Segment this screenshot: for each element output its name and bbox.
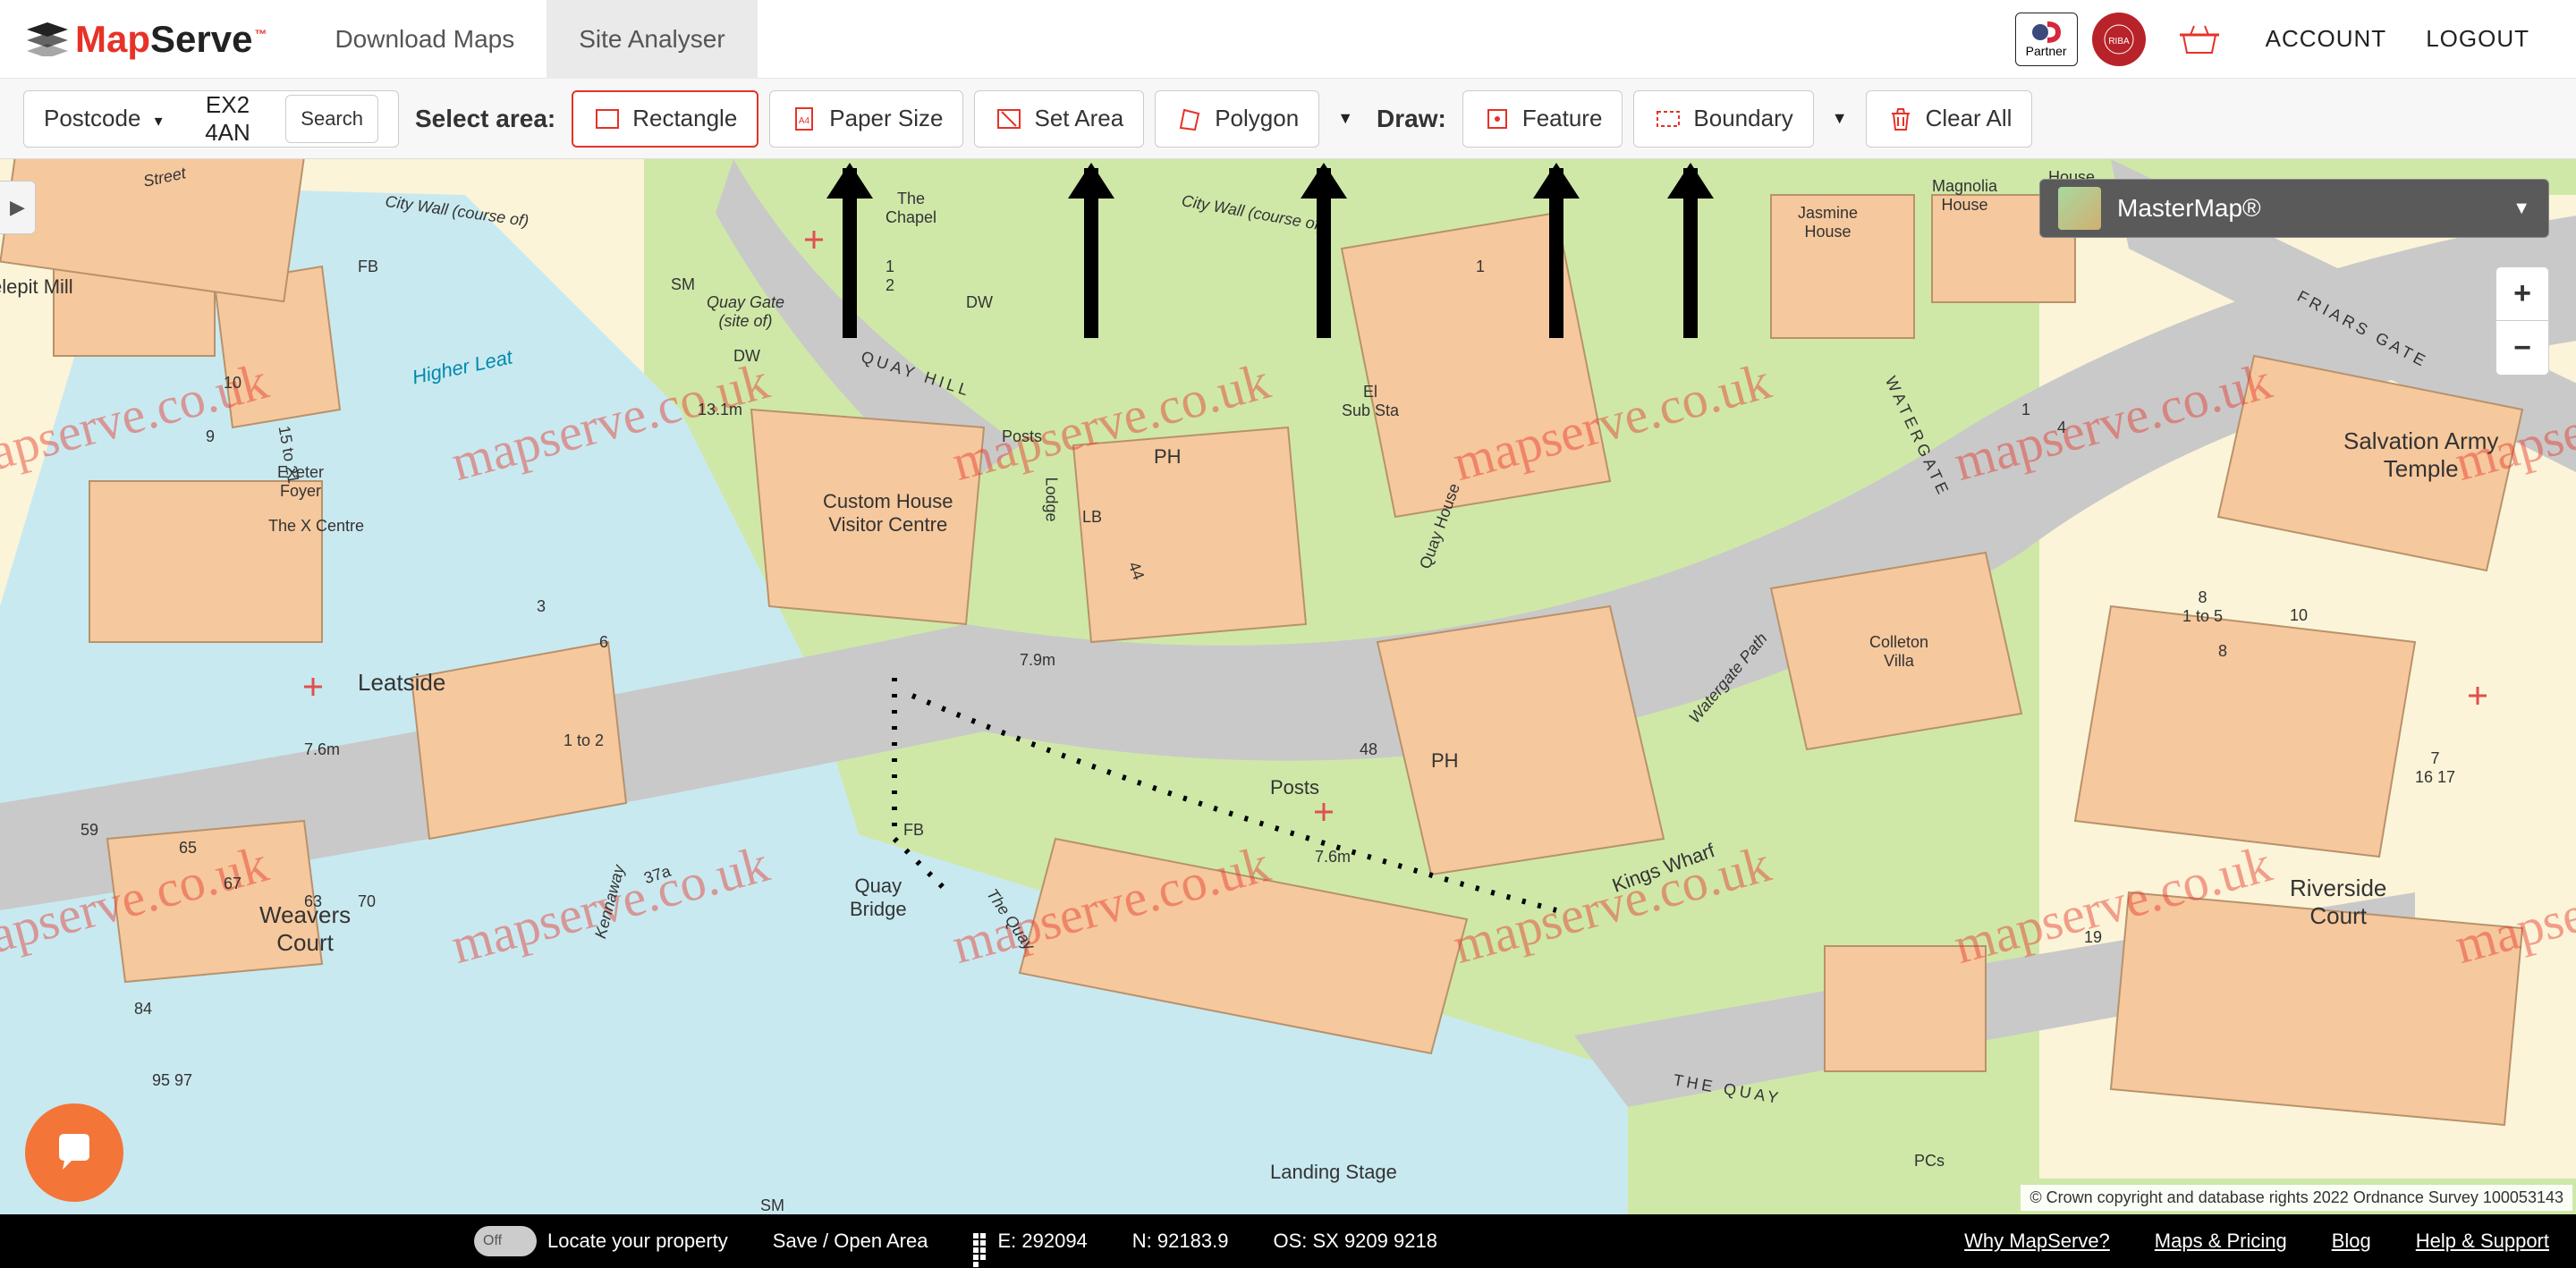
rectangle-icon (593, 105, 622, 133)
draw-more-caret[interactable]: ▼ (1825, 109, 1855, 128)
select-area-more-caret[interactable]: ▼ (1330, 109, 1360, 128)
locate-label: Locate your property (547, 1230, 728, 1253)
statusbar: Off Locate your property Save / Open Are… (0, 1214, 2576, 1268)
riba-badge[interactable]: RIBA (2092, 13, 2146, 66)
os-ref: OS: SX 9209 9218 (1273, 1230, 1437, 1253)
tab-site-analyser[interactable]: Site Analyser (547, 0, 757, 79)
chat-icon (52, 1130, 97, 1175)
logo[interactable]: MapServe™ (27, 18, 267, 61)
logo-text-map: MapServe (75, 18, 252, 60)
logout-link[interactable]: LOGOUT (2426, 25, 2529, 53)
map-tiles (0, 159, 2576, 1214)
set-area-button[interactable]: Set Area (974, 90, 1144, 148)
trash-icon (1886, 105, 1915, 133)
easting: E: 292094 (972, 1230, 1087, 1253)
map-copyright: © Crown copyright and database rights 20… (2021, 1185, 2572, 1211)
caret-down-icon: ▼ (2512, 199, 2530, 219)
draw-label: Draw: (1377, 105, 1446, 133)
caret-down-icon: ▾ (148, 112, 170, 130)
link-help-support[interactable]: Help & Support (2416, 1230, 2549, 1253)
feature-icon (1483, 105, 1512, 133)
link-why-mapserve[interactable]: Why MapServe? (1964, 1230, 2110, 1253)
zoom-in-button[interactable]: + (2496, 267, 2548, 321)
polygon-icon (1175, 105, 1204, 133)
link-blog[interactable]: Blog (2332, 1230, 2371, 1253)
link-maps-pricing[interactable]: Maps & Pricing (2155, 1230, 2287, 1253)
nav-tabs: Download Maps Site Analyser (302, 0, 757, 79)
annotation-arrow (1315, 168, 1333, 347)
annotation-arrow (1082, 168, 1100, 347)
chat-button[interactable] (25, 1103, 123, 1202)
feature-button[interactable]: Feature (1462, 90, 1623, 148)
svg-text:A4: A4 (799, 116, 810, 126)
postcode-value[interactable]: EX2 4AN (181, 91, 275, 147)
layer-selected-label: MasterMap® (2117, 194, 2261, 223)
rectangle-button[interactable]: Rectangle (572, 90, 758, 148)
select-area-label: Select area: (415, 105, 555, 133)
riba-icon: RIBA (2104, 24, 2134, 55)
annotation-arrow (841, 168, 859, 347)
account-link[interactable]: ACCOUNT (2266, 25, 2387, 53)
side-panel-toggle[interactable]: ▶ (0, 181, 36, 234)
svg-text:RIBA: RIBA (2108, 37, 2130, 46)
boundary-button[interactable]: Boundary (1633, 90, 1813, 148)
layer-dropdown[interactable]: MasterMap® ▼ (2039, 179, 2549, 238)
topbar: MapServe™ Download Maps Site Analyser Pa… (0, 0, 2576, 79)
zoom-out-button[interactable]: − (2496, 321, 2548, 375)
set-area-icon (995, 105, 1023, 133)
locate-toggle[interactable]: Off Locate your property (474, 1226, 728, 1256)
map-viewport[interactable]: mapserve.co.uk mapserve.co.uk mapserve.c… (0, 159, 2576, 1214)
map-canvas[interactable]: mapserve.co.uk mapserve.co.uk mapserve.c… (0, 159, 2576, 1214)
boundary-icon (1654, 105, 1682, 133)
annotation-arrow (1547, 168, 1565, 347)
os-partner-badge[interactable]: Partner (2015, 13, 2078, 66)
toggle-off-pill: Off (474, 1226, 537, 1256)
postcode-dropdown[interactable]: Postcode ▾ (44, 105, 170, 132)
os-logo-icon (2031, 21, 2062, 44)
logo-tm: ™ (254, 27, 267, 41)
tab-download-maps[interactable]: Download Maps (302, 0, 547, 79)
northing: N: 92183.9 (1132, 1230, 1229, 1253)
clear-all-button[interactable]: Clear All (1866, 90, 2033, 148)
grid-icon (972, 1232, 992, 1252)
paper-size-button[interactable]: A4 Paper Size (769, 90, 963, 148)
postcode-group: Postcode ▾ EX2 4AN Search (23, 90, 399, 148)
partner-label: Partner (2026, 44, 2067, 58)
paper-icon: A4 (790, 105, 818, 133)
zoom-control: + − (2496, 266, 2549, 376)
toolbar: Postcode ▾ EX2 4AN Search Select area: R… (0, 79, 2576, 159)
logo-stack-icon (27, 22, 68, 56)
polygon-button[interactable]: Polygon (1155, 90, 1319, 148)
basket-icon[interactable] (2180, 24, 2219, 55)
annotation-arrow (1682, 168, 1699, 347)
save-open-button[interactable]: Save / Open Area (773, 1230, 928, 1253)
layer-thumb-icon (2058, 187, 2101, 230)
search-button[interactable]: Search (285, 95, 378, 143)
